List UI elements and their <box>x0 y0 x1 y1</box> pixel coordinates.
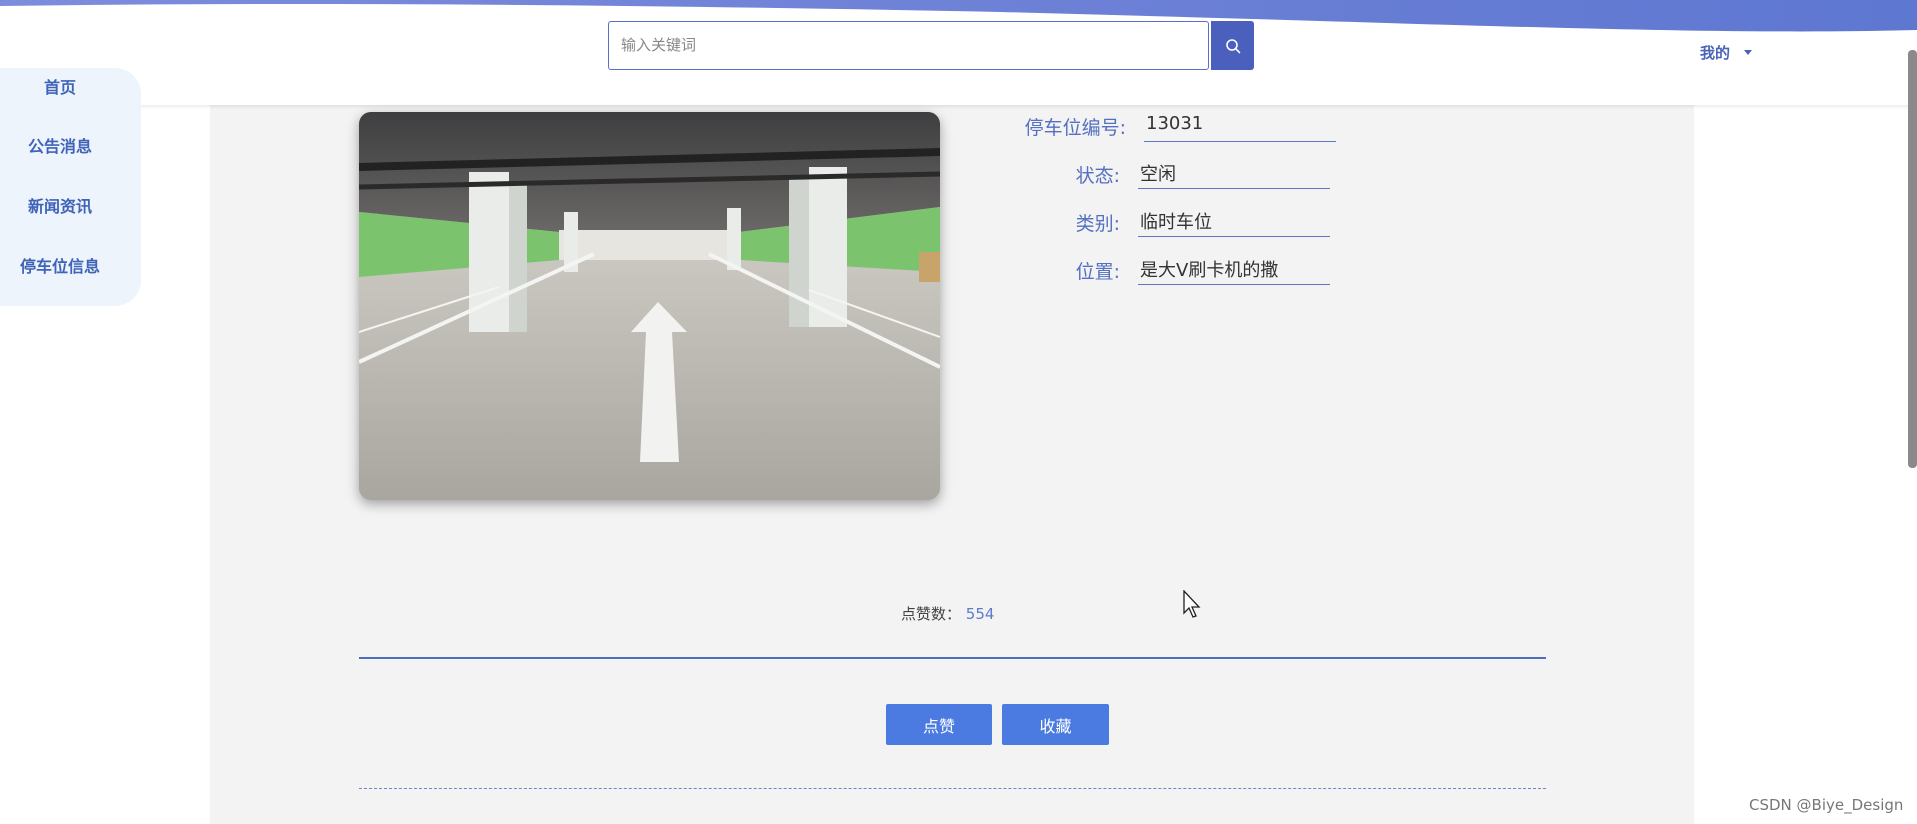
mouse-cursor-icon <box>1183 590 1201 618</box>
user-menu-label: 我的 <box>1700 44 1731 62</box>
field-label-status: 状态: <box>1075 165 1120 187</box>
sidebar: 首页 公告消息 新闻资讯 停车位信息 <box>0 68 141 306</box>
search-button[interactable] <box>1211 21 1254 70</box>
parking-space-photo <box>359 112 940 500</box>
like-button[interactable]: 点赞 <box>886 704 992 745</box>
sidebar-item-announcements[interactable]: 公告消息 <box>0 133 120 157</box>
field-value-status: 空闲 <box>1138 160 1330 189</box>
watermark: CSDN @Biye_Design <box>1749 796 1904 814</box>
search-icon <box>1225 38 1240 53</box>
field-value-category: 临时车位 <box>1138 208 1330 237</box>
section-divider <box>359 657 1546 659</box>
field-label-space-number: 停车位编号: <box>1024 117 1126 139</box>
likes-label: 点赞数： <box>901 605 962 623</box>
field-label-category: 类别: <box>1075 213 1120 235</box>
search-box <box>608 21 1209 70</box>
favorite-button[interactable]: 收藏 <box>1002 704 1109 745</box>
sidebar-item-news[interactable]: 新闻资讯 <box>0 193 120 217</box>
search-input[interactable] <box>609 22 1209 68</box>
field-value-location: 是大V刷卡机的撒 <box>1138 256 1330 285</box>
dashed-divider <box>359 788 1546 789</box>
likes-count: 点赞数： 554 <box>901 603 994 624</box>
user-menu[interactable]: 我的 <box>1700 42 1753 63</box>
field-value-space-number: 13031 <box>1144 113 1336 142</box>
scrollbar-thumb[interactable] <box>1908 50 1917 468</box>
sidebar-item-home[interactable]: 首页 <box>0 74 120 98</box>
field-label-location: 位置: <box>1075 261 1120 283</box>
sidebar-item-parking-info[interactable]: 停车位信息 <box>0 253 120 277</box>
likes-number: 554 <box>965 605 995 623</box>
chevron-down-icon <box>1744 50 1753 55</box>
